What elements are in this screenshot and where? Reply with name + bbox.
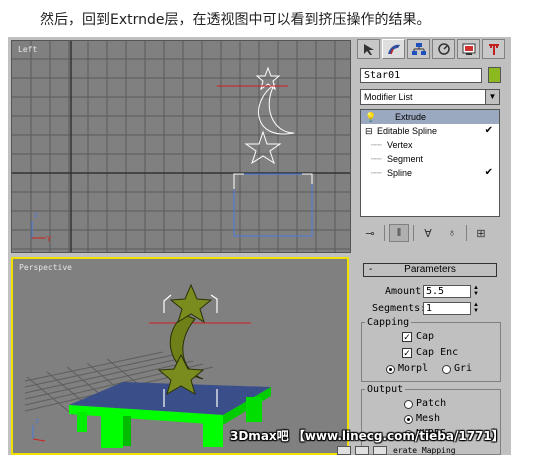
divider: [413, 225, 414, 241]
output-title: Output: [365, 384, 406, 395]
stack-item-vertex[interactable]: ┈┈ Vertex: [361, 138, 499, 152]
stack-item-label: Vertex: [387, 140, 413, 150]
grid-label: Gri: [454, 363, 473, 374]
stack-item-label: Segment: [387, 154, 424, 164]
segments-field[interactable]: 1: [423, 302, 471, 315]
perspective-viewport-label[interactable]: Perspective: [19, 263, 72, 272]
svg-text:z: z: [35, 417, 39, 425]
cap-end-checkbox[interactable]: ✓: [402, 348, 412, 358]
stack-item-label: Extrude: [395, 112, 427, 122]
utilities-tab-icon[interactable]: [482, 39, 505, 59]
modifier-list-label: Modifier List: [364, 92, 413, 102]
patch-radio[interactable]: [404, 400, 413, 409]
generate-mapping-label: erate Mapping: [393, 446, 456, 455]
tree-connector: ┈┈: [371, 140, 382, 150]
amount-label: Amount:: [385, 286, 428, 297]
parameters-rollout-header[interactable]: - Parameters: [363, 263, 497, 277]
stack-item-spline[interactable]: ┈┈ Spline ✔: [361, 166, 499, 180]
perspective-viewport[interactable]: z Perspective: [11, 257, 349, 455]
watermark-text: 3Dmax吧 【www.linecg.com/tieba/1771】: [230, 429, 504, 443]
capping-title: Capping: [365, 317, 412, 328]
tree-connector: ┈┈: [371, 154, 382, 164]
object-color-swatch[interactable]: [488, 67, 501, 83]
display-tab-icon[interactable]: [457, 39, 480, 59]
mini-button-icon[interactable]: [355, 446, 369, 455]
segments-spinner-icon[interactable]: ▲ ▼: [472, 302, 480, 315]
remove-modifier-icon[interactable]: ♁: [442, 224, 462, 242]
stack-item-extrude[interactable]: 💡 Extrude: [361, 110, 499, 124]
stack-item-label: Spline: [387, 168, 413, 178]
mesh-radio[interactable]: [404, 415, 413, 424]
left-viewport-grid: z y: [12, 41, 350, 252]
mini-button-icon[interactable]: [373, 446, 387, 455]
collapse-toggle-icon[interactable]: ⊟: [365, 124, 373, 138]
left-viewport[interactable]: z y Left: [11, 40, 351, 253]
svg-text:y: y: [47, 234, 51, 242]
show-end-result-icon[interactable]: ‖: [389, 224, 409, 242]
stack-item-segment[interactable]: ┈┈ Segment: [361, 152, 499, 166]
configure-sets-icon[interactable]: ⊞: [471, 224, 491, 242]
morph-label: Morpl: [398, 363, 429, 374]
command-panel: Star01 Modifier List ▼ 💡 Extrude ⊟ Edita…: [355, 37, 511, 455]
lightbulb-icon[interactable]: 💡: [365, 110, 376, 124]
max-window: z y Left z Perspective Star01 Modifier L…: [8, 37, 511, 455]
modify-tab-icon[interactable]: [382, 39, 405, 59]
mesh-label: Mesh: [416, 413, 441, 424]
amount-field[interactable]: 5.5: [423, 285, 471, 298]
divider: [466, 225, 467, 241]
mini-button-icon[interactable]: [337, 446, 351, 455]
amount-spinner-icon[interactable]: ▲ ▼: [472, 285, 480, 298]
hierarchy-tab-icon[interactable]: [407, 39, 430, 59]
pin-stack-icon[interactable]: ⊸: [360, 224, 380, 242]
stack-item-label: Editable Spline: [377, 126, 438, 136]
modifier-list-dropdown[interactable]: Modifier List ▼: [360, 89, 500, 105]
stack-toolbar: ⊸ ‖ ∀ ♁ ⊞: [360, 223, 505, 243]
command-panel-tabs: [357, 39, 507, 61]
rollout-title: Parameters: [404, 264, 456, 275]
left-viewport-label[interactable]: Left: [18, 45, 37, 54]
divider: [384, 225, 385, 241]
motion-tab-icon[interactable]: [432, 39, 455, 59]
bottom-toolbar: erate Mapping: [337, 446, 507, 455]
svg-text:z: z: [34, 211, 38, 219]
checkmark-icon: ✔: [484, 125, 493, 136]
segments-label: Segments:: [372, 303, 427, 314]
caption-text: 然后，回到Extrnde层，在透视图中可以看到挤压操作的结果。: [40, 12, 431, 28]
tree-connector: ┈┈: [371, 168, 382, 178]
stack-item-editable-spline[interactable]: ⊟ Editable Spline ✔: [361, 124, 499, 138]
cap-start-checkbox[interactable]: ✓: [402, 332, 412, 342]
create-tab-icon[interactable]: [357, 39, 380, 59]
make-unique-icon[interactable]: ∀: [418, 224, 438, 242]
modifier-stack[interactable]: 💡 Extrude ⊟ Editable Spline ✔ ┈┈ Vertex …: [360, 109, 500, 217]
morph-radio[interactable]: [386, 365, 395, 374]
grid-radio[interactable]: [442, 365, 451, 374]
object-name-field[interactable]: Star01: [360, 68, 482, 83]
cap-start-label: Cap: [416, 331, 435, 342]
chevron-down-icon[interactable]: ▼: [485, 90, 499, 104]
cap-end-label: Cap Enc: [416, 347, 459, 358]
checkmark-icon: ✔: [484, 167, 493, 178]
perspective-scene: z: [24, 283, 271, 448]
patch-label: Patch: [416, 398, 447, 409]
